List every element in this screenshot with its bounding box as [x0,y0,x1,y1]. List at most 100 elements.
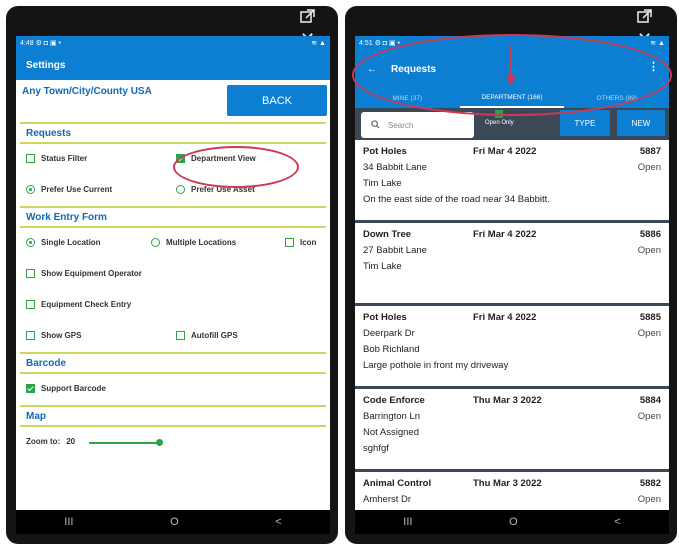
settings-row: Support Barcode [16,374,330,405]
request-location: Deerpark Dr [363,328,415,339]
section-map: Map [26,410,46,422]
equipment-check-entry-option[interactable]: Equipment Check Entry [26,300,131,309]
zoom-row: Zoom to: 20 [16,427,330,458]
recent-apps-icon[interactable]: III [64,516,73,528]
checkbox-icon[interactable] [26,300,35,309]
request-location: Barrington Ln [363,411,421,422]
request-number: 5886 [639,229,661,240]
status-bar: 4:48 ⚙ ◘ ▣ • ≋ ▲ [16,36,330,50]
external-window-icon[interactable] [300,8,315,29]
multiple-locations-option[interactable]: Multiple Locations [151,238,236,247]
checkbox-icon[interactable] [26,154,35,163]
request-date: Thu Mar 3 2022 [473,478,542,489]
option-label: Single Location [41,238,101,247]
open-only-label: Open Only [485,120,514,126]
zoom-slider[interactable] [89,442,159,444]
page-title: Settings [26,59,66,71]
request-type: Code Enforce [363,395,425,406]
checkbox-icon[interactable] [285,238,294,247]
request-card[interactable]: Animal Control Thu Mar 3 2022 5882 Open Amhe… [355,472,669,510]
option-label: Status Filter [41,154,88,163]
request-status: Open [637,162,661,173]
option-label: Equipment Check Entry [41,300,132,309]
request-card[interactable]: Code Enforce Thu Mar 3 2022 5884 Open Barrin… [355,389,669,469]
left-device: ✕ 4:48 ⚙ ◘ ▣ • ≋ ▲ Settings Any Town/Cit… [6,6,338,544]
zoom-label-group: Zoom to: 20 [26,437,75,446]
request-assignee: Bob Richland [363,344,420,355]
option-label: Prefer Use Current [41,185,113,194]
new-button[interactable]: NEW [617,110,665,136]
request-location: 34 Babbit Lane [363,162,427,173]
window-controls: ✕ [294,8,338,49]
back-button[interactable]: BACK [227,85,327,116]
option-label: Autofill GPS [191,331,238,340]
recent-apps-icon[interactable]: III [403,516,412,528]
back-nav-icon[interactable]: < [614,516,620,528]
checkbox-icon[interactable] [26,269,35,278]
settings-row: Show GPS Autofill GPS [16,321,330,352]
status-signal: ≋ ▲ [311,40,326,47]
radio-icon[interactable] [151,238,160,247]
settings-screen: 4:48 ⚙ ◘ ▣ • ≋ ▲ Settings Any Town/City/… [16,36,330,510]
single-location-option[interactable]: Single Location [26,238,101,247]
checkbox-icon[interactable] [26,331,35,340]
support-barcode-option[interactable]: Support Barcode [26,384,106,393]
back-nav-icon[interactable]: < [275,516,281,528]
status-filter-option[interactable]: Status Filter [26,154,87,163]
request-number: 5882 [639,478,661,489]
annotation-ellipse [173,146,299,188]
status-time: 4:48 [20,40,34,47]
request-number: 5885 [639,312,661,323]
request-card[interactable]: Pot Holes Fri Mar 4 2022 5885 Open Deerpark … [355,306,669,386]
window-controls: ✕ [631,8,677,49]
request-type: Pot Holes [363,146,407,157]
search-input[interactable]: Search [361,112,474,138]
request-location: Amherst Dr [363,494,412,505]
request-card[interactable]: Down Tree Fri Mar 4 2022 5886 Open 27 Babbit… [355,223,669,303]
status-icons: ⚙ ◘ ▣ • [35,40,61,47]
zoom-slider-thumb[interactable] [156,439,163,446]
request-type: Pot Holes [363,312,407,323]
android-nav-bar: III O < [355,510,669,534]
annotation-arrow [505,46,517,93]
radio-selected-icon[interactable] [26,238,35,247]
request-date: Fri Mar 4 2022 [473,146,537,157]
town-row: Any Town/City/County USA BACK [16,80,330,122]
request-description: On the east side of the road near 34 Bab… [363,194,550,205]
external-window-icon[interactable] [637,8,652,29]
checkbox-icon[interactable] [176,331,185,340]
request-status: Open [637,328,661,339]
town-name: Any Town/City/County USA [22,86,152,97]
section-requests: Requests [26,127,72,139]
right-device: ✕ 4:51 ⚙ ◘ ▣ • ≋ ▲ ← Requests ⋮ MINE (37… [345,6,677,544]
autofill-gps-option[interactable]: Autofill GPS [176,331,238,340]
home-icon[interactable]: O [170,516,179,528]
request-assignee: Tim Lake [363,261,402,272]
search-icon [371,119,380,131]
request-number: 5884 [639,395,661,406]
option-label: Multiple Locations [166,238,237,247]
request-number: 5887 [639,146,661,157]
section-barcode: Barcode [26,357,67,369]
option-label: Show Equipment Operator [41,269,142,278]
type-button[interactable]: TYPE [560,110,610,136]
home-icon[interactable]: O [509,516,518,528]
search-placeholder: Search [388,120,414,130]
icon-option[interactable]: Icon [285,238,316,247]
radio-selected-icon[interactable] [26,185,35,194]
show-gps-option[interactable]: Show GPS [26,331,81,340]
show-equipment-operator-option[interactable]: Show Equipment Operator [26,269,142,278]
request-description: sghfgf [363,443,389,454]
request-date: Fri Mar 4 2022 [473,312,537,323]
status-signal: ≋ ▲ [650,40,665,47]
radio-icon[interactable] [176,185,185,194]
request-card[interactable]: Pot Holes Fri Mar 4 2022 5887 Open 34 Babbit… [355,140,669,220]
settings-row: Show Equipment Operator [16,259,330,290]
request-status: Open [637,494,661,505]
request-status: Open [637,411,661,422]
checkbox-checked-icon[interactable] [26,384,35,393]
option-label: Support Barcode [41,384,106,393]
request-assignee: Tim Lake [363,178,402,189]
prefer-use-current-option[interactable]: Prefer Use Current [26,185,112,194]
zoom-value: 20 [66,437,76,446]
